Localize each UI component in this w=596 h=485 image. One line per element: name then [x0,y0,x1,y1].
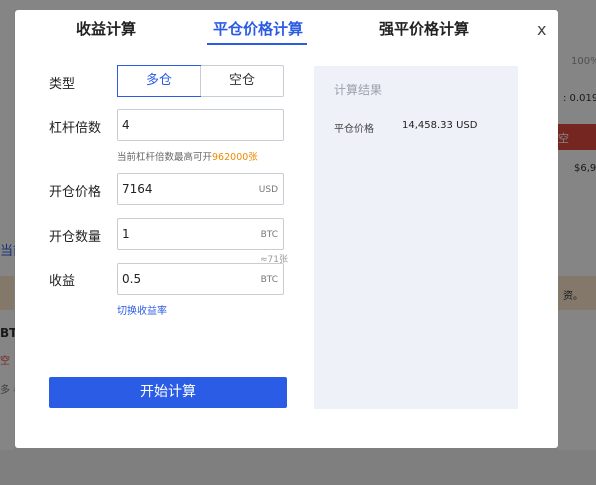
active-tab-indicator [207,43,307,45]
leverage-input[interactable]: 4 [117,109,284,141]
type-label: 类型 [49,77,76,92]
quantity-unit: BTC [260,230,278,240]
leverage-value: 4 [122,118,130,132]
result-panel: 计算结果 平仓价格 14,458.33 USD [314,66,518,409]
profit-value: 0.5 [122,272,142,286]
quantity-label: 开仓数量 [49,230,102,245]
quantity-value: 1 [122,227,130,241]
close-price-result-value: 14,458.33 USD [402,120,478,131]
leverage-hint-max: 962000张 [212,152,258,163]
leverage-label: 杠杆倍数 [49,121,102,136]
leverage-hint-text: 当前杠杆倍数最高可开 [117,152,213,163]
leverage-hint: 当前杠杆倍数最高可开962000张 [117,149,258,163]
tab-bar: 收益计算 平仓价格计算 强平价格计算 x [15,10,558,48]
quantity-input[interactable]: 1 BTC [117,218,284,250]
result-title: 计算结果 [334,83,383,97]
tab-close-price-calc[interactable]: 平仓价格计算 [213,18,303,39]
entry-price-value: 7164 [122,182,153,196]
switch-to-yield-link[interactable]: 切换收益率 [117,302,167,317]
entry-price-label: 开仓价格 [49,185,102,200]
profit-label: 收益 [49,274,76,289]
short-position-button[interactable]: 空仓 [200,66,283,96]
entry-price-unit: USD [258,185,278,195]
tab-liquidation-price-calc[interactable]: 强平价格计算 [379,18,469,39]
profit-unit: BTC [260,275,278,285]
close-price-result-label: 平仓价格 [334,124,374,135]
calculator-modal: 收益计算 平仓价格计算 强平价格计算 x 类型 多仓 空仓 杠杆倍数 4 当前杠… [15,10,558,448]
position-type-toggle: 多仓 空仓 [117,65,284,97]
long-position-button[interactable]: 多仓 [117,65,201,97]
entry-price-input[interactable]: 7164 USD [117,173,284,205]
start-calculation-button[interactable]: 开始计算 [49,377,287,408]
profit-input[interactable]: 0.5 BTC [117,263,284,295]
close-icon[interactable]: x [537,20,546,39]
tab-profit-calc[interactable]: 收益计算 [76,18,136,39]
